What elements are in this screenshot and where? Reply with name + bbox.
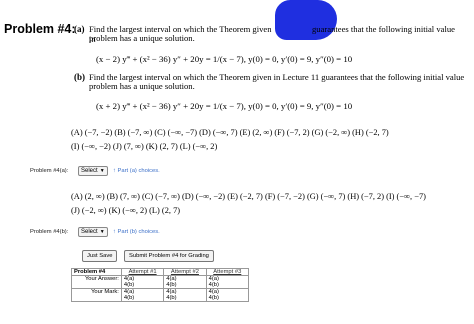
part-b-select-value: Select [81, 229, 98, 235]
chevron-down-icon: ▼ [99, 168, 105, 174]
table-row: Problem #4 Attempt #1 Attempt #2 Attempt… [71, 268, 250, 276]
cell-b: 4(b) [208, 295, 219, 301]
answer-b-label: Problem #4(b): [30, 229, 69, 235]
choices-a-line1: (A) (−7, −2) (B) (−7, ∞) (C) (−∞, −7) (D… [71, 128, 389, 137]
redaction-scribble [275, 0, 337, 40]
cell-b: 4(b) [166, 295, 177, 301]
your-mark-label: Your Mark: [71, 288, 122, 302]
table-cell: 4(a) 4(b) [205, 288, 250, 302]
cell-b: 4(b) [208, 282, 219, 288]
arrow-up-icon: ↑ [113, 229, 116, 235]
table-row: Your Answer: 4(a) 4(b) 4(a) 4(b) 4(a) 4(b) [71, 275, 250, 289]
choices-b-line2: (J) (−2, ∞) (K) (−∞, 2) (L) (2, 7) [71, 206, 181, 215]
table-cell: 4(a) 4(b) [205, 275, 250, 289]
choices-b-line1: (A) (2, ∞) (B) (7, ∞) (C) (−7, ∞) (D) (−… [71, 192, 426, 201]
attempt-history-table: Problem #4 Attempt #1 Attempt #2 Attempt… [71, 268, 250, 302]
chevron-down-icon: ▼ [99, 229, 105, 235]
part-b-text-line2: problem has a unique solution. [89, 81, 195, 91]
problem-title: Problem #4: [4, 22, 76, 36]
part-b-select[interactable]: Select ▼ [78, 227, 108, 237]
cell-b: 4(b) [123, 282, 135, 288]
part-a-text-line1-end: guarantees that the following initial va… [312, 24, 455, 34]
history-header-attempt1: Attempt #1 [120, 268, 165, 276]
equation-a: (x − 2) y‴ + (x² − 36) y″ + 20y = 1/(x −… [96, 54, 353, 64]
table-cell: 4(a) 4(b) [163, 288, 207, 302]
history-header-problem: Problem #4 [71, 268, 122, 276]
cell-b: 4(b) [123, 295, 135, 301]
table-row: Your Mark: 4(a) 4(b) 4(a) 4(b) 4(a) 4(b) [71, 288, 250, 302]
equation-b: (x + 2) y‴ + (x² − 36) y″ + 20y = 1/(x −… [96, 101, 353, 111]
part-a-choices-link-text[interactable]: Part (a) choices. [118, 168, 160, 174]
your-answer-label: Your Answer: [71, 275, 122, 289]
part-a-text-line2: problem has a unique solution. [89, 33, 195, 43]
just-save-button[interactable]: Just Save [82, 250, 118, 262]
history-header-attempt3: Attempt #3 [205, 268, 250, 276]
submit-button[interactable]: Submit Problem #4 for Grading [124, 250, 214, 262]
history-header-attempt2: Attempt #2 [163, 268, 207, 276]
table-cell: 4(a) 4(b) [120, 288, 165, 302]
choices-a-line2: (I) (−∞, −2) (J) (7, ∞) (K) (2, 7) (L) (… [71, 142, 218, 151]
table-cell: 4(a) 4(b) [163, 275, 207, 289]
part-b-label: (b) [74, 72, 85, 82]
part-a-select[interactable]: Select ▼ [78, 166, 108, 176]
table-cell: 4(a) 4(b) [120, 275, 165, 289]
answer-a-label: Problem #4(a): [30, 168, 69, 174]
cell-b: 4(b) [166, 282, 177, 288]
part-a-label: (a) [74, 24, 85, 34]
part-a-choices-link[interactable]: ↑ Part (a) choices. [113, 168, 160, 174]
arrow-up-icon: ↑ [113, 168, 116, 174]
part-b-choices-link-text[interactable]: Part (b) choices. [118, 229, 160, 235]
part-a-select-value: Select [81, 168, 98, 174]
part-b-choices-link[interactable]: ↑ Part (b) choices. [113, 229, 160, 235]
